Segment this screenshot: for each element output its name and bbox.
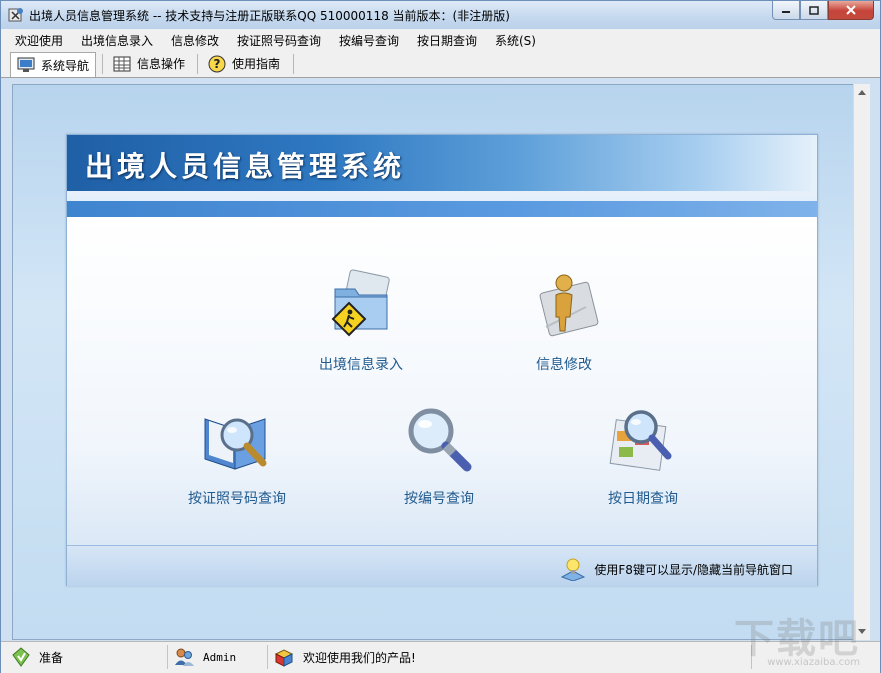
svg-text:?: ? [214,57,221,71]
folder-person-icon [331,269,390,337]
monitor-icon [17,57,35,72]
status-ready-text: 准备 [39,650,64,665]
toolbar-divider [293,54,294,74]
menu-system[interactable]: 系统(S) [495,32,536,49]
f8-tip-text: 使用F8键可以显示/隐藏当前导航窗口 [594,562,793,577]
nav-item-search-id[interactable]: 按证照号码查询 [175,401,299,508]
toolbar-divider [102,54,103,74]
minimize-icon [782,11,790,13]
nav-item-entry-label: 出境信息录入 [319,357,403,373]
toolbar: 系统导航 信息操作 ? 使用指南 [1,50,880,78]
nav-item-search-date-label: 按日期查询 [608,491,678,507]
close-icon [846,5,856,15]
magnifier-icon [408,408,472,472]
tab-user-guide-label: 使用指南 [232,57,281,71]
status-user-text: Admin [203,650,237,664]
menu-search-id[interactable]: 按证照号码查询 [237,32,321,49]
menu-edit[interactable]: 信息修改 [171,32,219,49]
user-icon [175,648,194,666]
banner-strip [67,201,817,217]
toolbar-divider [197,54,198,74]
tab-info-ops[interactable]: 信息操作 [107,52,191,75]
f8-tip: 使用F8键可以显示/隐藏当前导航窗口 [560,557,793,581]
watermark-url: www.xiazaiba.com [767,657,860,668]
person-doc-icon [539,274,599,337]
book-search-icon [204,418,267,470]
status-welcome: 欢迎使用我们的产品! [273,645,416,669]
menu-bar: 欢迎使用 出境信息录入 信息修改 按证照号码查询 按编号查询 按日期查询 系统(… [1,29,880,50]
nav-item-search-date[interactable]: 按日期查询 [593,401,693,508]
minimize-button[interactable] [772,1,800,20]
status-user: Admin [173,645,236,669]
scroll-up-icon[interactable] [858,90,866,95]
window-controls [772,1,874,20]
nav-item-edit[interactable]: 信息修改 [509,267,619,374]
menu-search-date[interactable]: 按日期查询 [417,32,477,49]
calendar-search-icon [609,410,672,471]
menu-entry[interactable]: 出境信息录入 [81,32,153,49]
watermark: 下载吧 [734,616,860,662]
status-divider [267,645,268,669]
status-ready: 准备 [11,645,63,669]
app-icon [8,8,23,22]
vertical-scrollbar[interactable] [853,84,870,640]
nav-item-entry[interactable]: 出境信息录入 [289,267,433,374]
nav-item-search-number[interactable]: 按编号查询 [387,401,491,508]
package-icon [274,649,294,667]
main-window: 出境人员信息管理系统 -- 技术支持与注册正版联系QQ 510000118 当前… [0,0,881,673]
status-welcome-text: 欢迎使用我们的产品! [303,650,416,665]
menu-welcome[interactable]: 欢迎使用 [15,32,63,49]
panel-body: 出境信息录入 信息修改 按证照号码查询 按编号查询 按日期查询 [67,217,817,545]
nav-item-search-number-label: 按编号查询 [404,491,474,507]
nav-item-edit-label: 信息修改 [536,357,592,373]
panel-title: 出境人员信息管理系统 [85,150,406,183]
lightbulb-icon [561,558,586,581]
grid-icon [113,56,131,71]
tab-system-nav-label: 系统导航 [41,58,90,73]
title-bar[interactable]: 出境人员信息管理系统 -- 技术支持与注册正版联系QQ 510000118 当前… [1,1,880,29]
maximize-button[interactable] [800,1,828,20]
tab-system-nav[interactable]: 系统导航 [10,52,97,77]
menu-search-number[interactable]: 按编号查询 [339,32,399,49]
help-icon: ? [208,55,226,72]
panel-banner: 出境人员信息管理系统 [67,135,817,217]
tab-user-guide[interactable]: ? 使用指南 [202,52,286,75]
maximize-icon [809,5,819,15]
panel-footer: 使用F8键可以显示/隐藏当前导航窗口 [67,545,817,586]
nav-item-search-id-label: 按证照号码查询 [188,491,286,507]
status-divider [167,645,168,669]
ready-icon [12,647,30,667]
close-button[interactable] [828,1,874,20]
tab-info-ops-label: 信息操作 [137,57,186,71]
navigation-panel: 出境人员信息管理系统 出境信息录入 信息修改 按证照号码查询 按编号查询 按日期… [66,134,818,586]
window-title: 出境人员信息管理系统 -- 技术支持与注册正版联系QQ 510000118 当前… [29,9,510,23]
